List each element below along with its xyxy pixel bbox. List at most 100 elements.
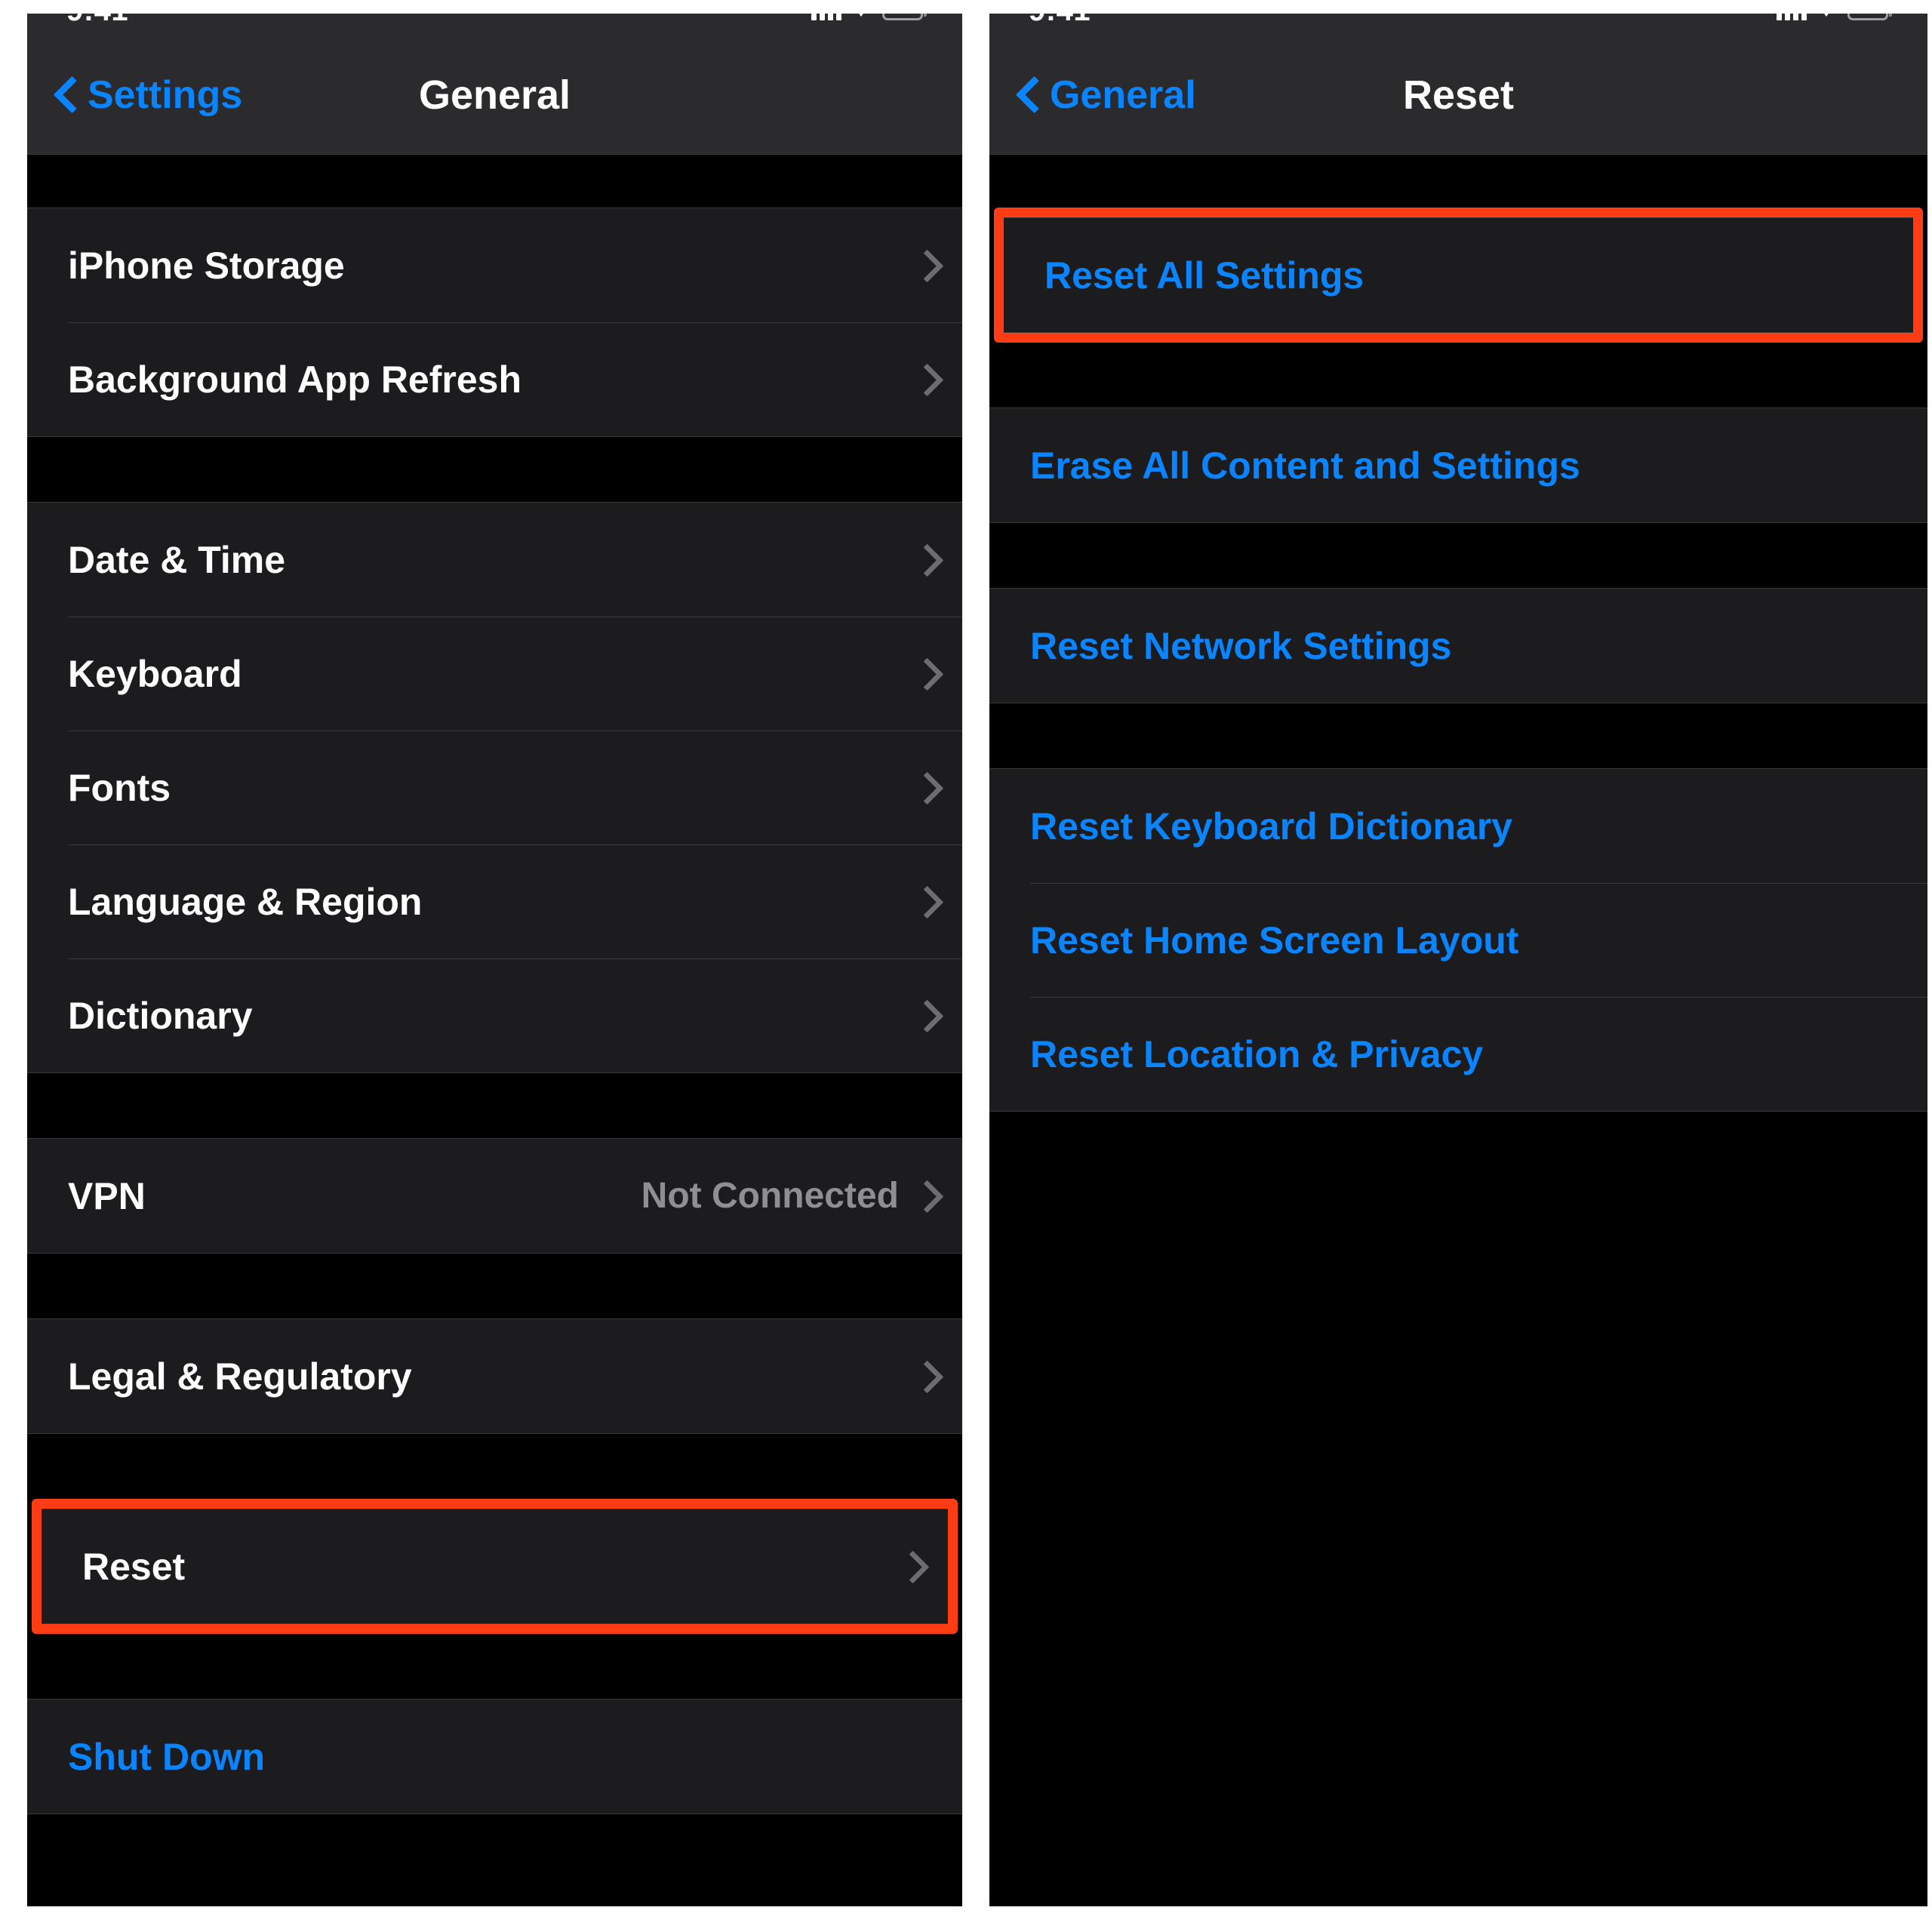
settings-group: Reset Keyboard Dictionary Reset Home Scre… [989,768,1927,1112]
section-gap [27,155,962,208]
settings-row-label: Date & Time [68,538,286,581]
settings-group: Shut Down [27,1699,962,1814]
settings-group: Reset [42,1509,948,1624]
signal-bar [1793,14,1798,20]
settings-row-label: Shut Down [68,1735,266,1778]
nav-bar: Settings General [27,36,962,155]
settings-row-label: Reset Network Settings [1030,624,1452,667]
settings-group: Legal & Regulatory [27,1318,962,1434]
settings-row[interactable]: Background App Refresh [27,322,962,436]
back-button[interactable]: General [989,72,1196,118]
settings-row[interactable]: Reset [42,1509,948,1623]
settings-group: Date & Time Keyboard Fonts Language & Regio… [27,502,962,1073]
chevron-right-icon [915,771,935,805]
settings-row[interactable]: Fonts [27,731,962,844]
section-gap [989,343,1927,408]
signal-bars-icon [1777,14,1807,20]
list-bottom-filler [27,1814,962,1906]
section-gap [989,703,1927,768]
status-bar: 9:41 [989,14,1927,36]
back-button-label: Settings [88,73,243,117]
settings-row-label: Reset Home Screen Layout [1030,918,1519,961]
settings-list: iPhone Storage Background App Refresh Date… [27,155,962,1906]
settings-row[interactable]: VPN Not Connected [27,1139,962,1253]
settings-row[interactable]: Dictionary [27,958,962,1072]
settings-row[interactable]: Date & Time [27,503,962,617]
settings-row[interactable]: Language & Region [27,844,962,958]
settings-row-label: Keyboard [68,652,242,695]
status-bar-indicators [1777,14,1892,20]
chevron-right-icon [915,657,935,691]
chevron-right-icon [915,1179,935,1214]
settings-row-label: Fonts [68,766,171,809]
nav-bar: General Reset [989,36,1927,155]
settings-group: Erase All Content and Settings [989,408,1927,523]
signal-bar [1777,14,1782,20]
battery-icon [882,14,927,20]
settings-row[interactable]: Reset All Settings [1004,218,1913,332]
settings-row-label: Erase All Content and Settings [1030,444,1580,487]
highlight-annotation: Reset All Settings [994,208,1923,343]
signal-bar [820,14,825,20]
back-button[interactable]: Settings [27,72,242,118]
section-gap [989,523,1927,588]
wifi-icon [1816,14,1838,20]
settings-list: Reset All Settings Erase All Content and … [989,155,1927,1906]
phone-screen-general: 9:41 SettingsGeneral iPhone Storage Backgro… [27,14,962,1906]
status-bar-inner: 9:41 [989,14,1927,33]
section-gap [27,1434,962,1499]
chevron-left-icon [54,76,75,114]
settings-group: VPN Not Connected [27,1138,962,1254]
settings-row[interactable]: Erase All Content and Settings [989,408,1927,522]
chevron-right-icon [915,543,935,577]
settings-row-label: Dictionary [68,994,253,1037]
status-bar-indicators [811,14,927,20]
chevron-right-icon [915,362,935,397]
settings-row-label: Background App Refresh [68,358,522,401]
signal-bar [836,14,841,20]
settings-row-label: Legal & Regulatory [68,1355,412,1398]
settings-row[interactable]: Reset Keyboard Dictionary [989,769,1927,883]
status-bar: 9:41 [27,14,962,36]
signal-bar [811,14,817,20]
section-gap [27,1254,962,1318]
section-gap [989,155,1927,208]
settings-row-value: Not Connected [641,1176,899,1216]
section-gap [27,1073,962,1138]
chevron-right-icon [915,998,935,1033]
section-gap [27,1634,962,1699]
settings-row-label: Reset [82,1545,186,1588]
signal-bar [1785,14,1790,20]
screenshot-pair: 9:41SettingsGeneraliPhone StorageBackgro… [0,0,1932,1932]
settings-group: Reset Network Settings [989,588,1927,703]
section-gap [27,437,962,502]
signal-bar [828,14,833,20]
status-bar-time: 9:41 [66,14,128,28]
settings-row[interactable]: Reset Home Screen Layout [989,883,1927,997]
settings-row[interactable]: Legal & Regulatory [27,1319,962,1433]
settings-row[interactable]: Keyboard [27,617,962,731]
settings-row[interactable]: Reset Network Settings [989,589,1927,703]
settings-row[interactable]: iPhone Storage [27,208,962,322]
signal-bar [1801,14,1807,20]
phone-screen-reset: 9:41 GeneralReset Reset All Settings Erase … [989,14,1927,1906]
settings-row-label: VPN [68,1174,146,1217]
battery-icon [1847,14,1892,20]
settings-row[interactable]: Reset Location & Privacy [989,997,1927,1111]
settings-row-label: Reset Location & Privacy [1030,1032,1484,1075]
chevron-right-icon [915,884,935,919]
settings-group: Reset All Settings [1004,217,1913,333]
settings-row[interactable]: Shut Down [27,1700,962,1814]
signal-bars-icon [811,14,841,20]
wifi-icon [851,14,873,20]
chevron-left-icon [1017,76,1038,114]
chevron-right-icon [915,248,935,283]
status-bar-time: 9:41 [1029,14,1091,28]
list-bottom-filler [989,1112,1927,1906]
settings-row-label: Language & Region [68,880,423,923]
highlight-annotation: Reset [32,1499,958,1634]
settings-row-label: Reset All Settings [1044,254,1364,297]
chevron-right-icon [901,1549,921,1584]
settings-row-label: Reset Keyboard Dictionary [1030,804,1513,848]
status-bar-inner: 9:41 [27,14,962,33]
